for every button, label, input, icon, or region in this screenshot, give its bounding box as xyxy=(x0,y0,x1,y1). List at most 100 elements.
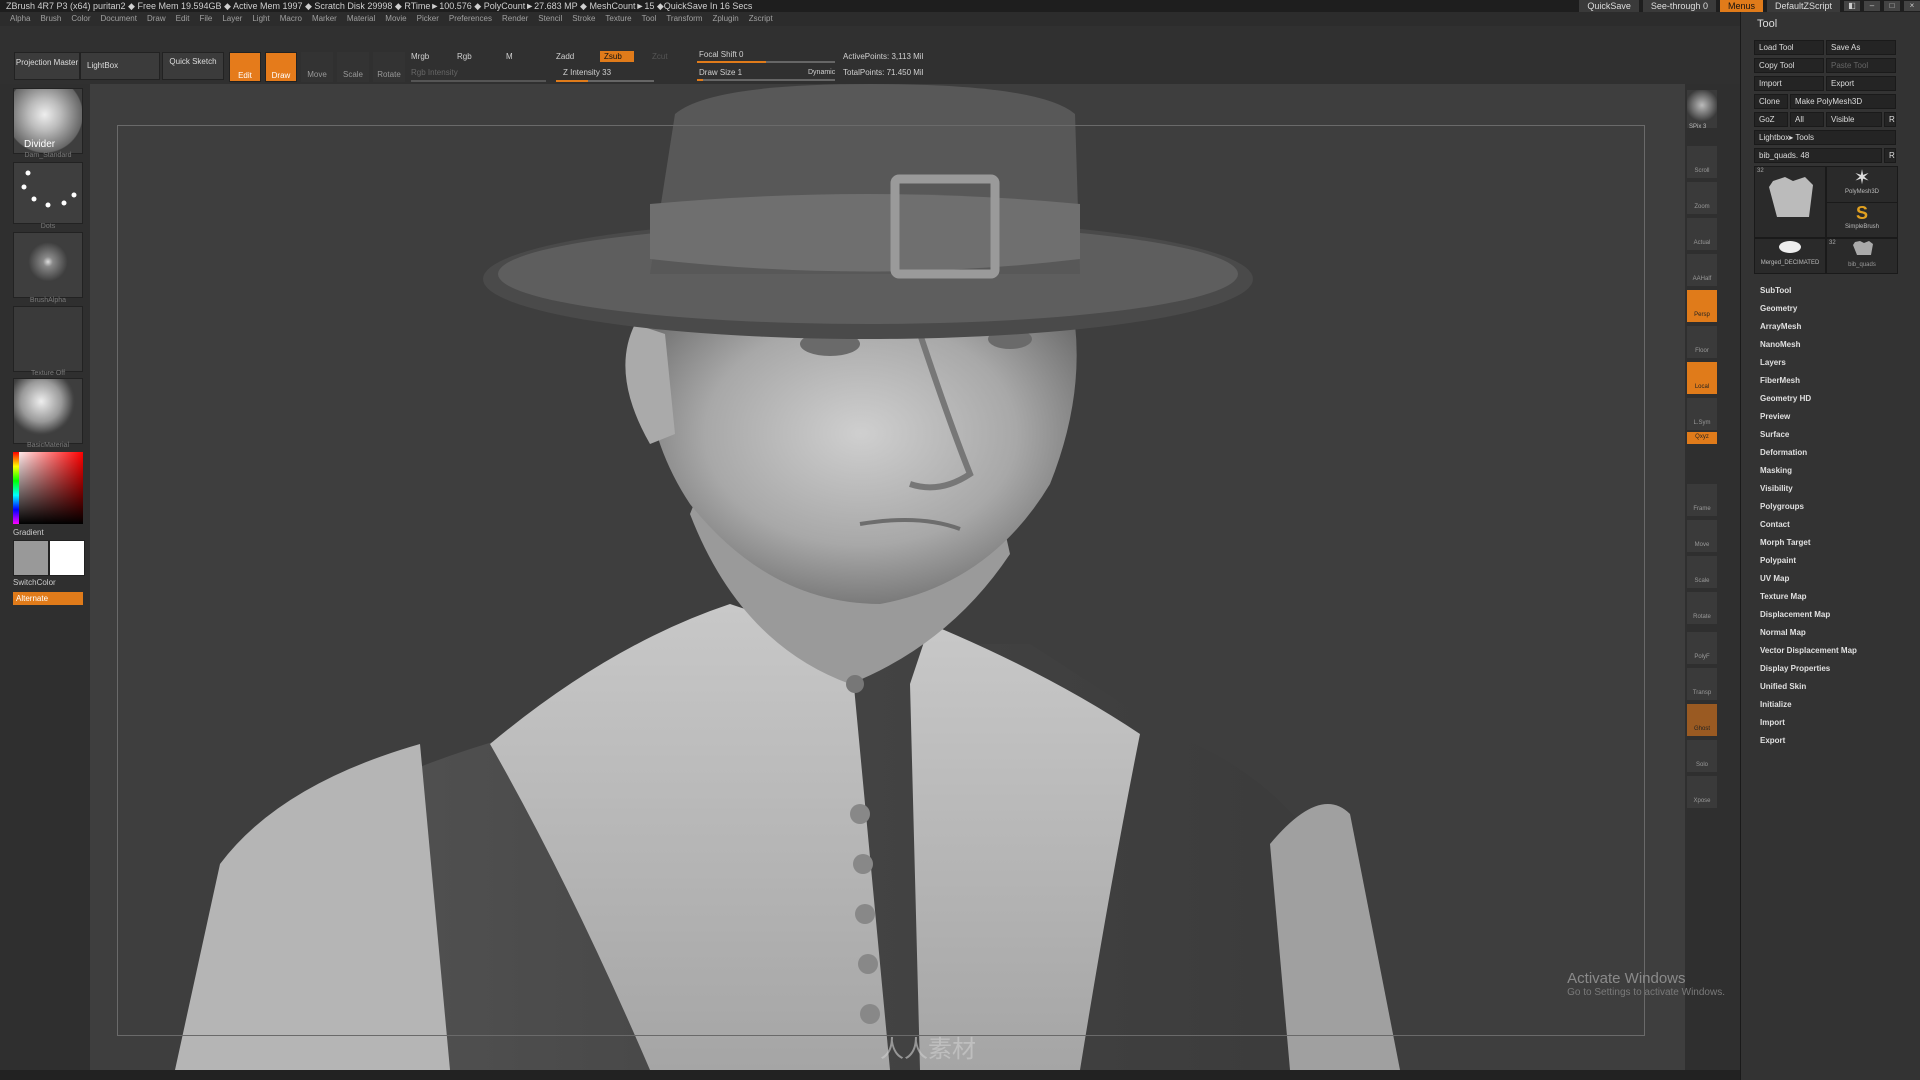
lightbox-button[interactable]: LightBox xyxy=(80,52,160,80)
menu-alpha[interactable]: Alpha xyxy=(10,12,30,26)
switchcolor-button[interactable]: SwitchColor xyxy=(13,578,56,587)
solo-button[interactable]: Solo xyxy=(1687,740,1717,772)
section-geometry-hd[interactable]: Geometry HD xyxy=(1760,394,1811,403)
section-polypaint[interactable]: Polypaint xyxy=(1760,556,1796,565)
section-vector-displacement-map[interactable]: Vector Displacement Map xyxy=(1760,646,1857,655)
hue-strip[interactable] xyxy=(13,452,19,524)
menu-layer[interactable]: Layer xyxy=(222,12,242,26)
ghost-button[interactable]: Ghost xyxy=(1687,704,1717,736)
paste-tool-button[interactable]: Paste Tool xyxy=(1826,58,1896,73)
menu-document[interactable]: Document xyxy=(101,12,137,26)
maximize-icon[interactable]: □ xyxy=(1884,1,1900,11)
menu-draw[interactable]: Draw xyxy=(147,12,166,26)
lsym-button[interactable]: L.Sym xyxy=(1687,398,1717,430)
frame-button[interactable]: Frame xyxy=(1687,484,1717,516)
section-layers[interactable]: Layers xyxy=(1760,358,1786,367)
section-preview[interactable]: Preview xyxy=(1760,412,1790,421)
tool-thumb-bib-quads[interactable]: 32 xyxy=(1754,166,1826,238)
polyf-button[interactable]: PolyF xyxy=(1687,632,1717,664)
lightbox-tools-button[interactable]: Lightbox▸ Tools xyxy=(1754,130,1896,145)
menu-transform[interactable]: Transform xyxy=(666,12,702,26)
section-displacement-map[interactable]: Displacement Map xyxy=(1760,610,1830,619)
menu-stroke[interactable]: Stroke xyxy=(572,12,595,26)
local-button[interactable]: Local xyxy=(1687,362,1717,394)
rotate-button[interactable]: Rotate xyxy=(373,52,405,82)
minimize-icon[interactable]: – xyxy=(1864,1,1880,11)
menu-color[interactable]: Color xyxy=(71,12,90,26)
section-arraymesh[interactable]: ArrayMesh xyxy=(1760,322,1801,331)
save-as-button[interactable]: Save As xyxy=(1826,40,1896,55)
transp-button[interactable]: Transp xyxy=(1687,668,1717,700)
current-tool-r-button[interactable]: R xyxy=(1884,148,1896,163)
menu-preferences[interactable]: Preferences xyxy=(449,12,492,26)
menu-stencil[interactable]: Stencil xyxy=(538,12,562,26)
xpose-button[interactable]: Xpose xyxy=(1687,776,1717,808)
secondary-color-swatch[interactable] xyxy=(13,540,49,576)
z-intensity-track[interactable] xyxy=(556,80,654,82)
tool-thumb-merged[interactable]: Merged_DECIMATED xyxy=(1754,238,1826,274)
menu-texture[interactable]: Texture xyxy=(605,12,631,26)
material-selector[interactable] xyxy=(13,378,83,444)
actual-button[interactable]: Actual xyxy=(1687,218,1717,250)
section-surface[interactable]: Surface xyxy=(1760,430,1789,439)
floor-button[interactable]: Floor xyxy=(1687,326,1717,358)
section-initialize[interactable]: Initialize xyxy=(1760,700,1792,709)
section-deformation[interactable]: Deformation xyxy=(1760,448,1807,457)
color-picker[interactable] xyxy=(13,452,83,524)
quicksave-button[interactable]: QuickSave xyxy=(1579,0,1639,12)
tool-thumb-simplebrush[interactable]: S SimpleBrush xyxy=(1826,202,1898,238)
persp-button[interactable]: Persp xyxy=(1687,290,1717,322)
edit-button[interactable]: Edit xyxy=(229,52,261,82)
section-subtool[interactable]: SubTool xyxy=(1760,286,1791,295)
section-polygroups[interactable]: Polygroups xyxy=(1760,502,1804,511)
menu-zplugin[interactable]: Zplugin xyxy=(712,12,738,26)
zsub-button[interactable]: Zsub xyxy=(600,51,634,62)
scroll-button[interactable]: Scroll xyxy=(1687,146,1717,178)
section-export[interactable]: Export xyxy=(1760,736,1785,745)
rotate-view-button[interactable]: Rotate xyxy=(1687,592,1717,624)
section-display-properties[interactable]: Display Properties xyxy=(1760,664,1830,673)
m-button[interactable]: M xyxy=(506,52,513,61)
export-button[interactable]: Export xyxy=(1826,76,1896,91)
projection-master-button[interactable]: Projection Master xyxy=(14,52,80,80)
qxyz-button[interactable]: Qxyz xyxy=(1687,432,1717,444)
current-tool-slider[interactable]: bib_quads. 48 xyxy=(1754,148,1882,163)
make-polymesh-button[interactable]: Make PolyMesh3D xyxy=(1790,94,1896,109)
brush-selector[interactable]: Divider xyxy=(13,88,83,154)
rgb-intensity-track[interactable] xyxy=(411,80,546,82)
section-morph-target[interactable]: Morph Target xyxy=(1760,538,1811,547)
goz-r-button[interactable]: R xyxy=(1884,112,1896,127)
section-masking[interactable]: Masking xyxy=(1760,466,1792,475)
goz-all-button[interactable]: All xyxy=(1790,112,1824,127)
z-intensity-slider[interactable]: Z Intensity 33 xyxy=(563,68,611,77)
section-import[interactable]: Import xyxy=(1760,718,1785,727)
load-tool-button[interactable]: Load Tool xyxy=(1754,40,1824,55)
menu-brush[interactable]: Brush xyxy=(40,12,61,26)
close-icon[interactable]: × xyxy=(1904,1,1920,11)
tool-thumb-bib-quads-small[interactable]: 32 bib_quads xyxy=(1826,238,1898,274)
main-color-swatch[interactable] xyxy=(49,540,85,576)
import-button[interactable]: Import xyxy=(1754,76,1824,91)
rgb-button[interactable]: Rgb xyxy=(457,52,472,61)
gradient-label[interactable]: Gradient xyxy=(13,528,44,537)
section-normal-map[interactable]: Normal Map xyxy=(1760,628,1806,637)
alternate-button[interactable]: Alternate xyxy=(13,592,83,605)
layout-icon[interactable]: ◧ xyxy=(1844,1,1860,11)
seethrough-slider[interactable]: See-through 0 xyxy=(1642,0,1716,12)
section-fibermesh[interactable]: FiberMesh xyxy=(1760,376,1800,385)
draw-button[interactable]: Draw xyxy=(265,52,297,82)
quick-sketch-button[interactable]: Quick Sketch xyxy=(162,52,224,80)
document-canvas[interactable]: 人人素材 xyxy=(90,84,1685,1070)
texture-selector[interactable] xyxy=(13,306,83,372)
zoom-button[interactable]: Zoom xyxy=(1687,182,1717,214)
menu-tool[interactable]: Tool xyxy=(642,12,657,26)
menu-movie[interactable]: Movie xyxy=(385,12,406,26)
section-contact[interactable]: Contact xyxy=(1760,520,1790,529)
menu-material[interactable]: Material xyxy=(347,12,375,26)
zadd-button[interactable]: Zadd xyxy=(556,52,574,61)
section-geometry[interactable]: Geometry xyxy=(1760,304,1797,313)
tool-thumb-polymesh3d[interactable]: ✶ PolyMesh3D xyxy=(1826,166,1898,204)
draw-size-slider[interactable]: Draw Size 1 xyxy=(699,68,742,77)
menu-zscript[interactable]: Zscript xyxy=(749,12,773,26)
goz-button[interactable]: GoZ xyxy=(1754,112,1788,127)
